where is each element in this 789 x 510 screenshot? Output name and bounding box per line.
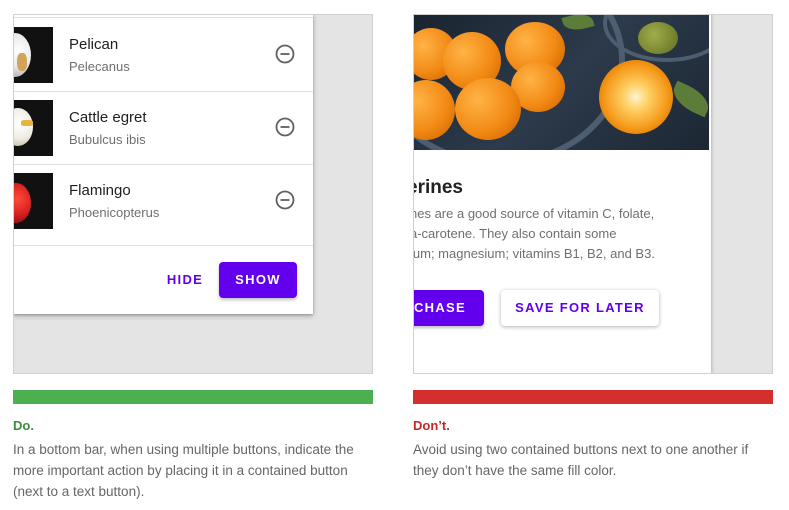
do-label: Do. xyxy=(13,418,34,433)
list-item-pelican[interactable]: Pelican Pelecanus xyxy=(14,19,313,91)
dont-example-panel: erines nes are a good source of vitamin … xyxy=(413,14,773,374)
item-title: Flamingo xyxy=(69,182,131,199)
dont-description: Avoid using two contained buttons next t… xyxy=(413,442,749,478)
card-body-line: ium; magnesium; vitamins B1, B2, and B3. xyxy=(413,246,655,261)
do-indicator-bar xyxy=(13,390,373,404)
card-body: nes are a good source of vitamin C, fola… xyxy=(413,204,710,264)
dont-label: Don’t. xyxy=(413,418,450,433)
bird-list-dialog: Pelican Pelecanus Cattle egret Bubulcus … xyxy=(14,15,313,314)
flamingo-thumbnail xyxy=(14,173,53,229)
purchase-button[interactable]: CHASE xyxy=(414,290,484,326)
tangerines-card: erines nes are a good source of vitamin … xyxy=(413,15,711,373)
dialog-bottom-bar: HIDE SHOW xyxy=(14,245,313,314)
remove-circle-icon[interactable] xyxy=(275,117,295,137)
remove-circle-icon[interactable] xyxy=(275,44,295,64)
item-title: Cattle egret xyxy=(69,109,147,126)
list-item-cattle-egret[interactable]: Cattle egret Bubulcus ibis xyxy=(14,91,313,163)
item-title: Pelican xyxy=(69,36,119,53)
item-subtitle: Pelecanus xyxy=(69,59,130,74)
card-title: erines xyxy=(414,177,463,198)
item-subtitle: Phoenicopterus xyxy=(69,205,160,220)
card-body-line: a-carotene. They also contain some xyxy=(413,226,617,241)
cattle-egret-thumbnail xyxy=(14,100,53,156)
do-example-panel: Pelican Pelecanus Cattle egret Bubulcus … xyxy=(13,14,373,374)
do-description: In a bottom bar, when using multiple but… xyxy=(13,442,354,499)
card-body-line: nes are a good source of vitamin C, fola… xyxy=(413,206,655,221)
tangerines-photo xyxy=(414,15,709,150)
save-for-later-button[interactable]: SAVE FOR LATER xyxy=(501,290,659,326)
dont-indicator-bar xyxy=(413,390,773,404)
item-subtitle: Bubulcus ibis xyxy=(69,132,146,147)
show-button[interactable]: SHOW xyxy=(219,262,297,298)
remove-circle-icon[interactable] xyxy=(275,190,295,210)
hide-button[interactable]: HIDE xyxy=(163,262,207,298)
list-item-flamingo[interactable]: Flamingo Phoenicopterus xyxy=(14,164,313,236)
list-divider xyxy=(14,15,313,18)
pelican-thumbnail xyxy=(14,27,53,83)
